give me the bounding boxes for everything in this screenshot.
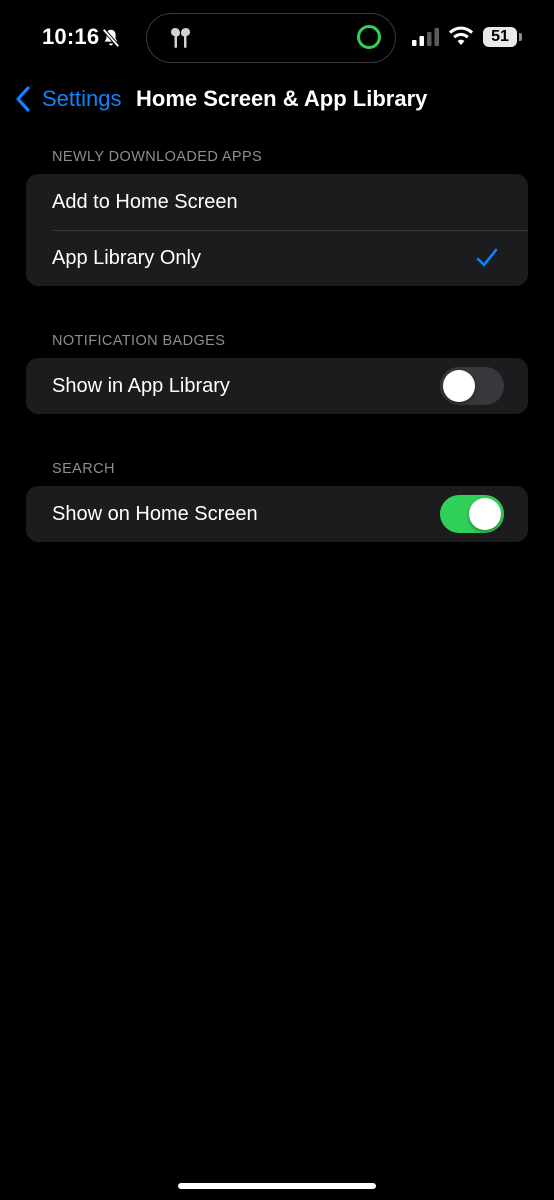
toggle-knob bbox=[443, 370, 475, 402]
section-header-search: SEARCH bbox=[52, 461, 115, 477]
show-in-app-library-toggle[interactable] bbox=[440, 367, 504, 405]
search-group: Show on Home Screen bbox=[26, 486, 528, 542]
back-button-label: Settings bbox=[42, 86, 122, 111]
back-button[interactable]: Settings bbox=[14, 84, 122, 114]
section-header-newly-downloaded: NEWLY DOWNLOADED APPS bbox=[52, 149, 263, 165]
battery-cap bbox=[519, 33, 522, 41]
status-time: 10:16 bbox=[42, 24, 100, 49]
wifi-icon bbox=[447, 26, 475, 46]
row-show-in-app-library: Show in App Library bbox=[26, 358, 528, 414]
show-on-home-screen-toggle[interactable] bbox=[440, 495, 504, 533]
option-add-to-home-screen[interactable]: Add to Home Screen bbox=[26, 174, 528, 230]
option-label: App Library Only bbox=[52, 246, 201, 269]
option-label: Add to Home Screen bbox=[52, 190, 238, 213]
option-app-library-only[interactable]: App Library Only bbox=[26, 230, 528, 286]
home-indicator[interactable] bbox=[178, 1183, 376, 1189]
cellular-signal-icon bbox=[411, 28, 441, 46]
activity-ring-icon bbox=[357, 25, 381, 49]
bell-slash-icon bbox=[100, 27, 122, 49]
row-show-on-home-screen: Show on Home Screen bbox=[26, 486, 528, 542]
chevron-left-icon bbox=[16, 86, 30, 112]
status-bar: 10:16 51 bbox=[0, 0, 554, 76]
newly-downloaded-group: Add to Home Screen App Library Only bbox=[26, 174, 528, 286]
page-title: Home Screen & App Library bbox=[136, 86, 428, 111]
row-label: Show on Home Screen bbox=[52, 502, 258, 525]
navigation-bar: Settings Home Screen & App Library bbox=[0, 76, 554, 122]
battery-icon: 51 bbox=[483, 27, 517, 47]
airpods-icon bbox=[169, 25, 193, 51]
row-label: Show in App Library bbox=[52, 374, 230, 397]
notification-badges-group: Show in App Library bbox=[26, 358, 528, 414]
dynamic-island[interactable] bbox=[146, 13, 396, 63]
toggle-knob bbox=[469, 498, 501, 530]
checkmark-icon bbox=[476, 248, 498, 267]
section-header-notification-badges: NOTIFICATION BADGES bbox=[52, 333, 226, 349]
